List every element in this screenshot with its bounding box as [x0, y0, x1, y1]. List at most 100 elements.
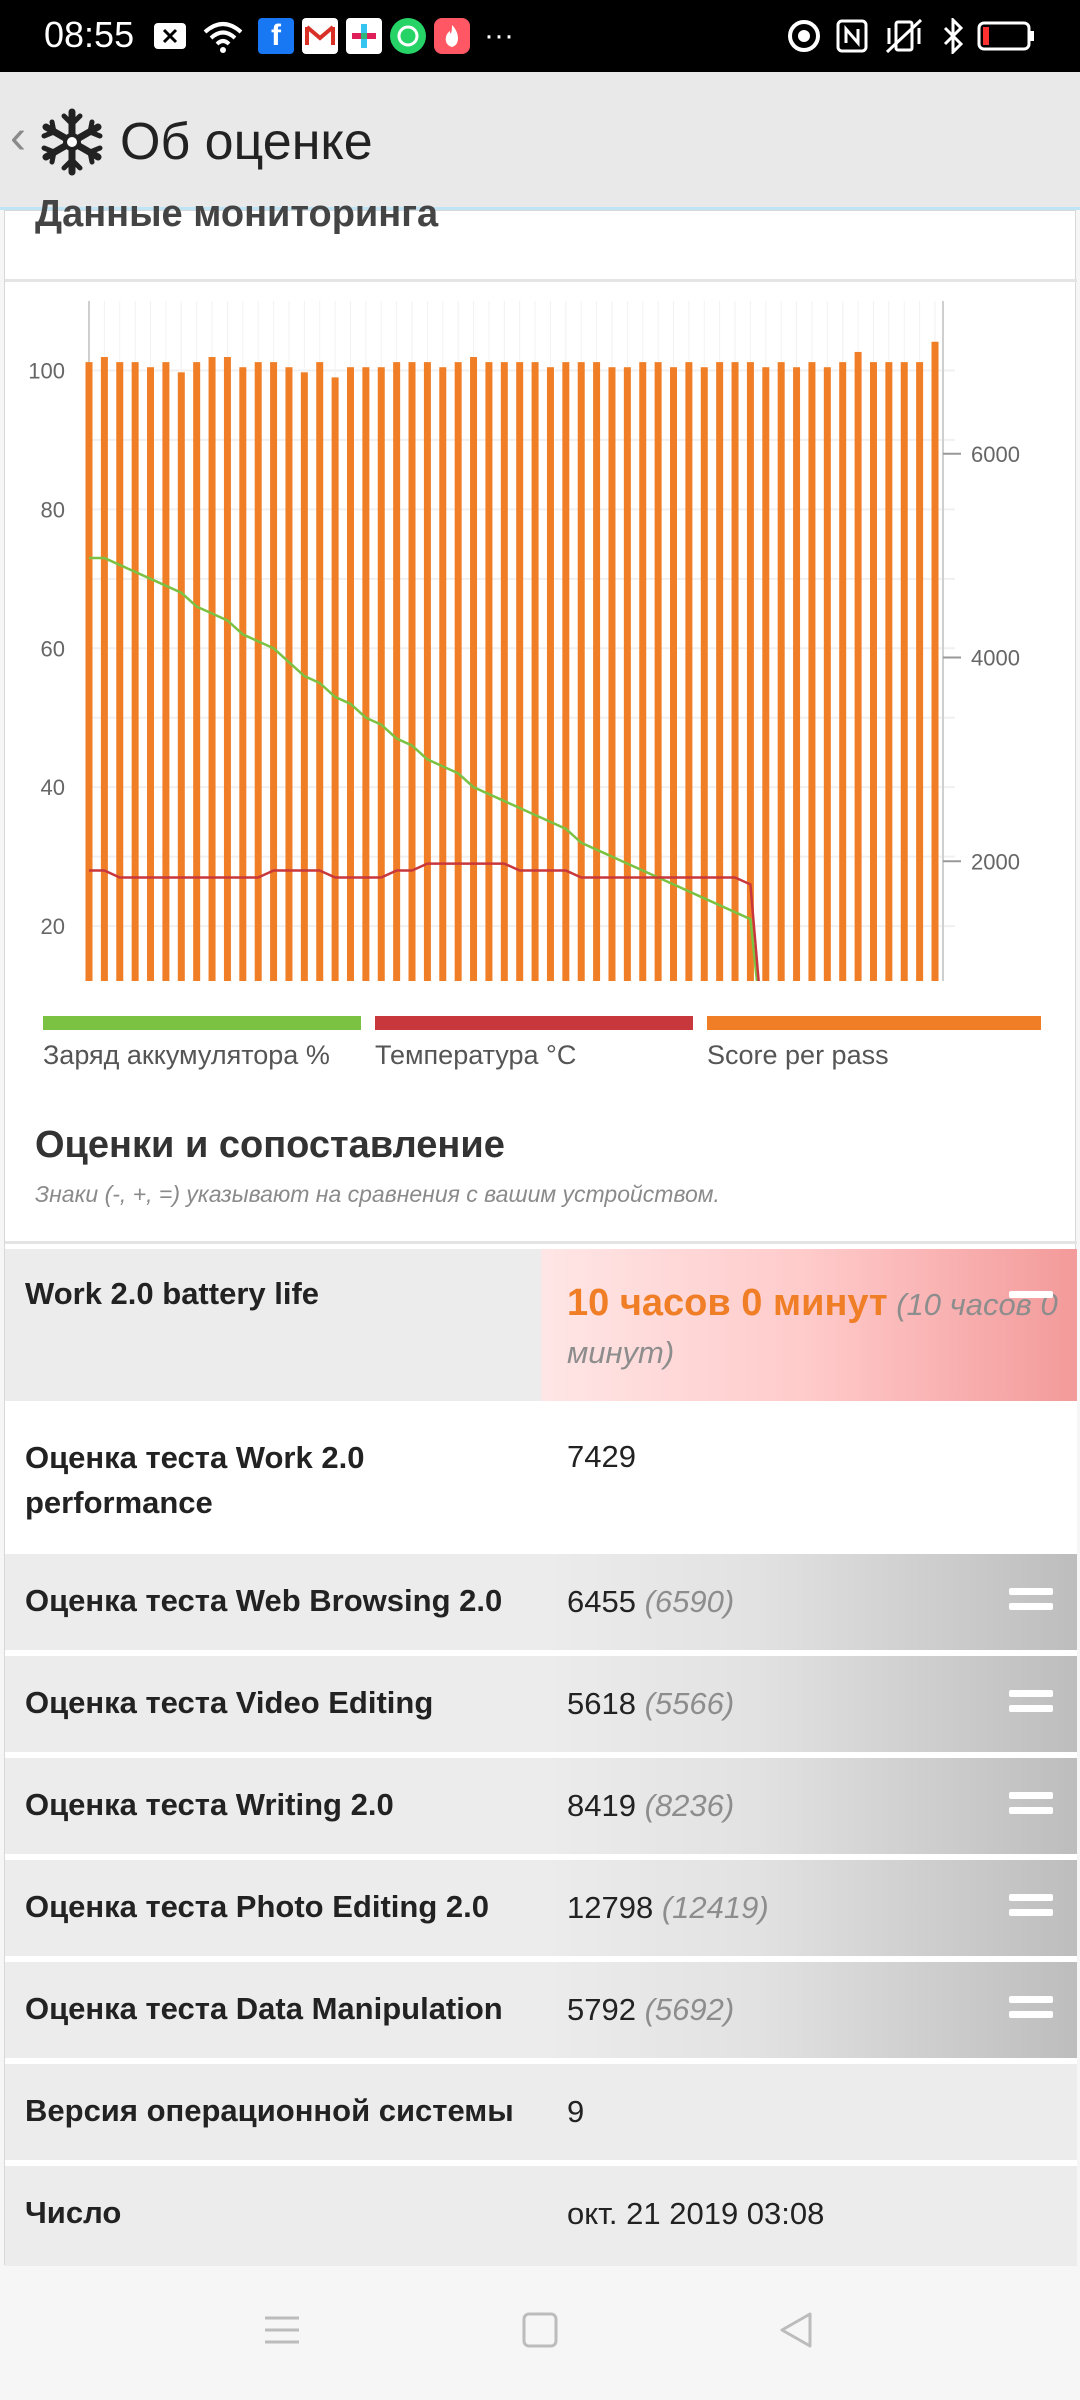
score-bar — [239, 367, 247, 981]
tinder-icon — [434, 18, 470, 54]
gmail-icon — [302, 18, 338, 54]
score-bar — [116, 362, 124, 981]
table-row: Версия операционной системы 9 — [5, 2064, 1077, 2166]
legend-score: Score per pass — [707, 1016, 1041, 1076]
y-left-tick-label: 60 — [41, 636, 65, 661]
row-value: 5792 — [567, 1992, 636, 2027]
score-bar — [854, 351, 862, 981]
score-bar — [516, 362, 524, 981]
row-value: окт. 21 2019 03:08 — [567, 2196, 825, 2231]
equal-icon — [1009, 1792, 1053, 1820]
row-value: 10 часов 0 минут — [567, 1282, 888, 1324]
table-row: Оценка теста Photo Editing 2.0 12798 (12… — [5, 1860, 1077, 1962]
table-row: Число окт. 21 2019 03:08 — [5, 2166, 1077, 2266]
legend-temperature-label: Температура °C — [375, 1040, 577, 1070]
score-bar — [885, 362, 893, 981]
score-bar — [823, 367, 831, 981]
y-right-tick-label: 6000 — [971, 442, 1020, 467]
table-row: Оценка теста Data Manipulation 5792 (569… — [5, 1962, 1077, 2064]
row-value-cell: 7429 — [541, 1407, 1077, 1548]
menu-icon[interactable] — [262, 2310, 302, 2355]
snowflake-logo-icon — [38, 108, 106, 176]
page-title: Об оценке — [120, 113, 373, 171]
vibrate-off-icon — [882, 18, 926, 54]
row-name: Версия операционной системы — [25, 2093, 514, 2128]
equal-icon — [1009, 1690, 1053, 1718]
score-bar — [270, 362, 278, 981]
row-compare: (5566) — [644, 1686, 735, 1721]
comparison-title: Оценки и сопоставление — [35, 1124, 505, 1166]
sync-icon — [786, 18, 822, 54]
row-compare: (12419) — [661, 1890, 769, 1925]
row-value: 8419 — [567, 1788, 636, 1823]
score-bar — [285, 367, 293, 981]
row-name: Оценка теста Work 2.0 performance — [25, 1440, 365, 1520]
whatsapp-icon — [390, 18, 426, 54]
score-bar — [408, 362, 416, 981]
score-bar — [454, 362, 462, 981]
score-bar — [531, 362, 539, 981]
divider — [5, 1241, 1077, 1244]
score-bar — [316, 362, 324, 981]
score-bar — [208, 357, 216, 981]
score-bar — [623, 367, 631, 981]
row-name: Оценка теста Photo Editing 2.0 — [25, 1889, 489, 1924]
wifi-icon — [200, 18, 246, 54]
table-row: Work 2.0 battery life 10 часов 0 минут (… — [5, 1249, 1077, 1407]
row-value-cell: окт. 21 2019 03:08 — [541, 2166, 1077, 2266]
equal-icon — [1009, 1291, 1053, 1319]
row-compare: (6590) — [644, 1584, 735, 1619]
status-time: 08:55 — [44, 14, 135, 55]
battery-icon — [976, 18, 1036, 54]
row-value-cell: 9 — [541, 2064, 1077, 2160]
row-name: Число — [25, 2195, 122, 2230]
legend-score-label: Score per pass — [707, 1040, 889, 1070]
content-card: Данные мониторинга 100 80 60 40 20 6000 4000 20… — [4, 193, 1077, 2266]
legend-temperature: Температура °C — [375, 1016, 693, 1076]
score-bar — [223, 357, 231, 981]
score-bar — [423, 362, 431, 981]
score-bar — [485, 362, 493, 981]
score-bar — [193, 362, 201, 981]
row-name: Work 2.0 battery life — [25, 1276, 320, 1311]
score-bar — [777, 362, 785, 981]
score-bar — [700, 367, 708, 981]
y-left-tick-label: 100 — [28, 358, 65, 383]
y-left-tick-label: 80 — [41, 497, 65, 522]
back-chevron-icon[interactable]: ‹ — [10, 110, 26, 165]
row-value-cell: 6455 (6590) — [541, 1554, 1077, 1650]
y-right-tick-label: 2000 — [971, 849, 1020, 874]
score-bar — [808, 362, 816, 981]
score-bar — [916, 362, 924, 981]
system-nav-bar — [0, 2268, 1080, 2400]
monitoring-title: Данные мониторинга — [35, 193, 439, 235]
home-square-icon[interactable] — [520, 2310, 560, 2355]
score-bar — [793, 367, 801, 981]
score-bar — [85, 362, 93, 981]
score-bar — [654, 362, 662, 981]
score-bar — [470, 357, 478, 981]
score-bar — [608, 367, 616, 981]
row-compare: (8236) — [644, 1788, 735, 1823]
table-row: Оценка теста Web Browsing 2.0 6455 (6590… — [5, 1554, 1077, 1656]
equal-icon — [1009, 1996, 1053, 2024]
row-value-cell: 5618 (5566) — [541, 1656, 1077, 1752]
row-name: Оценка теста Data Manipulation — [25, 1991, 503, 2026]
row-value: 9 — [567, 2094, 585, 2129]
score-bar — [762, 367, 770, 981]
score-bar — [839, 362, 847, 981]
bluetooth-icon — [938, 18, 968, 54]
back-triangle-icon[interactable] — [776, 2310, 816, 2355]
nfc-icon — [834, 18, 870, 54]
more-notifications-icon: ··· — [484, 19, 514, 52]
y-left-tick-label: 40 — [41, 775, 65, 800]
score-bar — [254, 362, 262, 981]
score-bar — [439, 367, 447, 981]
row-compare: (5692) — [644, 1992, 735, 2027]
monitoring-chart: 10080604020600040002000Pass 0Pass 10Pass… — [28, 301, 1020, 981]
row-value-cell: 12798 (12419) — [541, 1860, 1077, 1956]
app-bar: ‹ Об оценке — [0, 72, 1080, 210]
row-value-cell: 10 часов 0 минут (10 часов 0 минут) — [541, 1249, 1077, 1401]
battery-line — [89, 556, 759, 981]
score-bar — [685, 362, 693, 981]
